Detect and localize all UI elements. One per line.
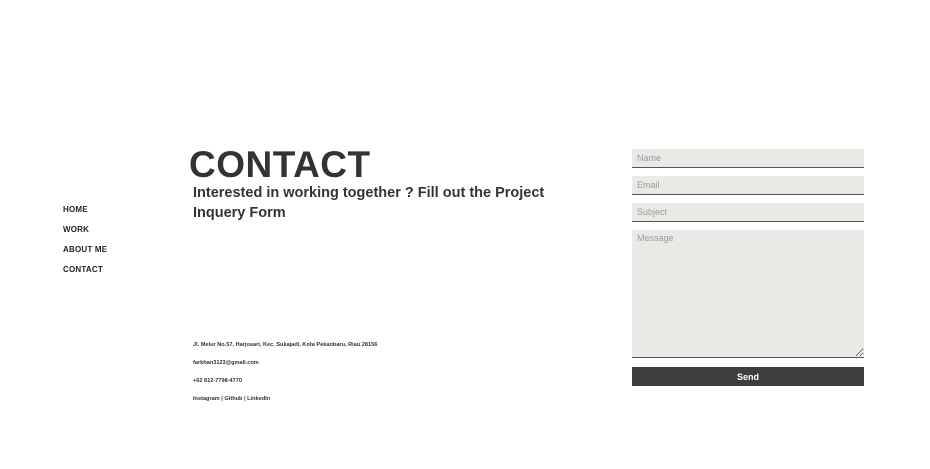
name-input[interactable] — [632, 149, 864, 168]
contact-page: HOME WORK ABOUT ME CONTACT CONTACT Inter… — [0, 0, 930, 469]
contact-form: Send — [632, 149, 864, 386]
email-input[interactable] — [632, 176, 864, 195]
linkedin-link[interactable]: LinkedIn — [247, 396, 270, 402]
email-text: farkhan3123@gmail.com — [193, 360, 259, 366]
nav-item-about-me[interactable]: ABOUT ME — [63, 245, 107, 265]
nav-item-home[interactable]: HOME — [63, 205, 107, 225]
nav-item-work[interactable]: WORK — [63, 225, 107, 245]
address-text: Jl. Melur No.57, Harjosari, Kec. Sukajad… — [193, 342, 378, 348]
page-title: CONTACT — [189, 144, 371, 185]
github-link[interactable]: Github — [224, 396, 242, 402]
contact-info: Jl. Melur No.57, Harjosari, Kec. Sukajad… — [193, 340, 377, 412]
social-links: Instagram | Github | LinkedIn — [193, 394, 377, 412]
nav-item-contact[interactable]: CONTACT — [63, 265, 107, 285]
page-subtitle: Interested in working together ? Fill ou… — [193, 185, 545, 221]
main-nav: HOME WORK ABOUT ME CONTACT — [63, 205, 107, 285]
subject-input[interactable] — [632, 203, 864, 222]
instagram-link[interactable]: Instagram — [193, 396, 220, 402]
send-button[interactable]: Send — [632, 367, 864, 386]
message-textarea[interactable] — [632, 230, 864, 358]
phone-text: +62 812-7798-4770 — [193, 378, 242, 384]
